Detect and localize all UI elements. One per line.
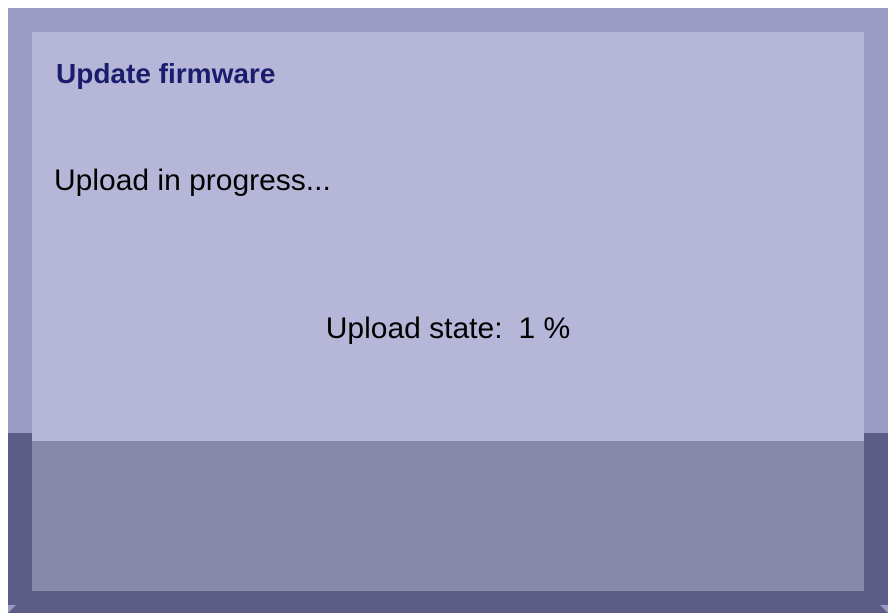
dialog-content: Update firmware Upload in progress... Up… (32, 32, 864, 433)
status-message: Upload in progress... (54, 164, 331, 197)
dialog-frame-lower-left (8, 433, 32, 605)
upload-state-label: Upload state: (325, 312, 503, 345)
dialog-title: Update firmware (56, 58, 276, 89)
upload-state-row: Upload state: 1 % (32, 312, 864, 346)
upload-state-value: 1 % (518, 312, 571, 345)
dialog-frame-lower-right (864, 433, 888, 605)
dialog-footer (32, 441, 864, 591)
